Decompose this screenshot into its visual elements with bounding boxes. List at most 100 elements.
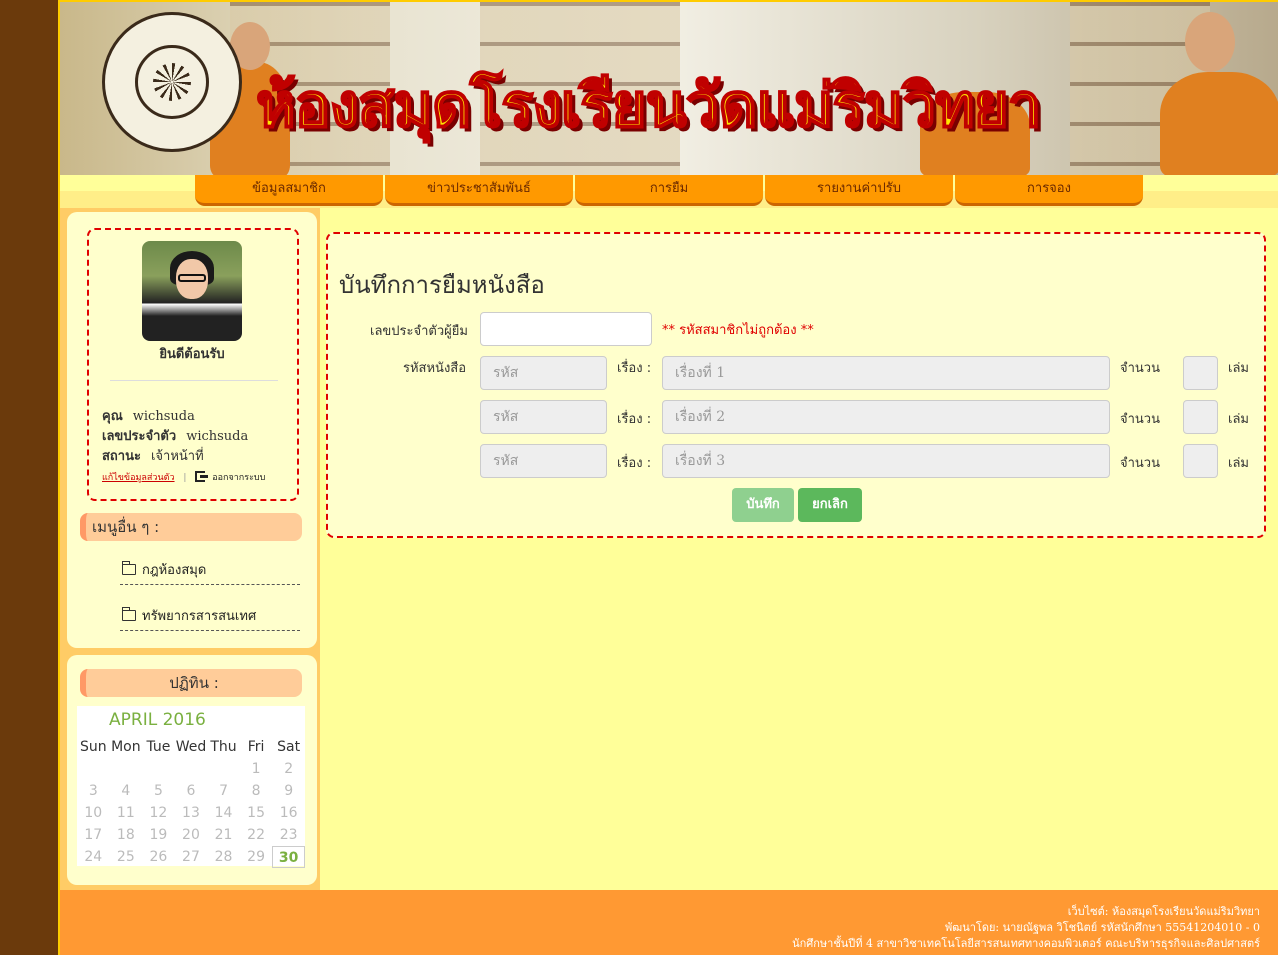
calendar-day[interactable]: 23	[272, 824, 305, 846]
calendar-day[interactable]: 3	[77, 780, 110, 802]
calendar-day[interactable]: 19	[142, 824, 175, 846]
calendar-day[interactable]: 16	[272, 802, 305, 824]
calendar-day[interactable]: 11	[110, 802, 143, 824]
book-title-input-1[interactable]: เรื่องที่ 1	[662, 356, 1110, 390]
nav-fine-report[interactable]: รายงานค่าปรับ	[765, 175, 953, 206]
calendar-day	[77, 758, 110, 780]
id-label: เลขประจำตัว	[102, 429, 177, 444]
avatar	[142, 241, 242, 341]
profile-links: แก้ไขข้อมูลส่วนตัว | ออกจากระบบ	[102, 470, 265, 484]
logout-icon[interactable]	[195, 471, 209, 482]
qty-input-3[interactable]	[1183, 444, 1218, 478]
nav-borrow[interactable]: การยืม	[575, 175, 763, 206]
calendar-title: ปฏิทิน :	[80, 669, 302, 697]
monk-head	[1185, 12, 1235, 72]
name-value: wichsuda	[132, 409, 195, 424]
separator: |	[183, 473, 187, 483]
calendar-day[interactable]: 14	[207, 802, 240, 824]
save-button[interactable]: บันทึก	[732, 488, 794, 522]
story-label: เรื่อง :	[617, 412, 652, 427]
menu-item-label: กฎห้องสมุด	[142, 563, 207, 578]
calendar-day[interactable]: 28	[207, 846, 240, 868]
calendar-day[interactable]: 21	[207, 824, 240, 846]
calendar-day-today[interactable]: 30	[272, 846, 305, 868]
unit-label: เล่ม	[1228, 412, 1249, 427]
form-title: บันทึกการยืมหนังสือ	[339, 271, 545, 299]
calendar-day[interactable]: 12	[142, 802, 175, 824]
header-banner: ห้องสมุดโรงเรียนวัดแม่ริมวิทยา	[60, 0, 1278, 175]
story-label: เรื่อง :	[617, 456, 652, 471]
calendar-day[interactable]: 5	[142, 780, 175, 802]
calendar-day[interactable]: 1	[240, 758, 273, 780]
calendar-weekday: Thu	[210, 739, 237, 755]
calendar-day[interactable]: 20	[175, 824, 208, 846]
calendar-week-row: 24 25 26 27 28 29 30	[77, 846, 305, 868]
school-seal-logo	[102, 12, 242, 152]
calendar-grid: Sun Mon Tue Wed Thu Fri Sat 1 2 3 4 5 6 7 8 9 10 11 12 13 14…	[77, 736, 305, 868]
qty-label: จำนวน	[1120, 361, 1160, 376]
nav-reserve[interactable]: การจอง	[955, 175, 1143, 206]
calendar-day[interactable]: 4	[110, 780, 143, 802]
book-title-input-2[interactable]: เรื่องที่ 2	[662, 400, 1110, 434]
calendar-day[interactable]: 8	[240, 780, 273, 802]
name-label: คุณ	[102, 409, 123, 424]
folder-icon	[122, 561, 136, 575]
unit-label: เล่ม	[1228, 456, 1249, 471]
menu-item-library-rules[interactable]: กฎห้องสมุด	[120, 559, 300, 585]
status-value: เจ้าหน้าที่	[150, 449, 204, 464]
edit-profile-link[interactable]: แก้ไขข้อมูลส่วนตัว	[102, 473, 175, 483]
id-value: wichsuda	[186, 429, 249, 444]
borrower-id-input[interactable]	[480, 312, 652, 346]
calendar-day[interactable]: 6	[175, 780, 208, 802]
calendar-weekday: Mon	[111, 739, 141, 755]
nav-member-info[interactable]: ข้อมูลสมาชิก	[195, 175, 383, 206]
calendar-day[interactable]: 9	[272, 780, 305, 802]
qty-input-2[interactable]	[1183, 400, 1218, 434]
profile-name-row: คุณ wichsuda	[102, 405, 195, 426]
other-menu-title: เมนูอื่น ๆ :	[80, 513, 302, 541]
calendar-day[interactable]: 15	[240, 802, 273, 824]
calendar-day[interactable]: 13	[175, 802, 208, 824]
calendar-day	[207, 758, 240, 780]
calendar-day[interactable]: 22	[240, 824, 273, 846]
calendar-day[interactable]: 24	[77, 846, 110, 868]
qty-label: จำนวน	[1120, 456, 1160, 471]
story-label: เรื่อง :	[617, 361, 652, 376]
calendar-day[interactable]: 10	[77, 802, 110, 824]
logout-link[interactable]: ออกจากระบบ	[212, 473, 265, 483]
calendar-widget: APRIL 2016 Sun Mon Tue Wed Thu Fri Sat 1 2 3 4 5 6 7 8…	[77, 706, 305, 868]
unit-label: เล่ม	[1228, 361, 1249, 376]
book-title-input-3[interactable]: เรื่องที่ 3	[662, 444, 1110, 478]
calendar-week-row: 3456789	[77, 780, 305, 802]
page: ห้องสมุดโรงเรียนวัดแม่ริมวิทยา ข้อมูลสมา…	[58, 0, 1278, 955]
calendar-day[interactable]: 2	[272, 758, 305, 780]
welcome-text: ยินดีต้อนรับ	[159, 347, 225, 362]
calendar-day[interactable]: 17	[77, 824, 110, 846]
calendar-day[interactable]: 7	[207, 780, 240, 802]
nav-news[interactable]: ข่าวประชาสัมพันธ์	[385, 175, 573, 206]
site-title: ห้องสมุดโรงเรียนวัดแม่ริมวิทยา	[255, 70, 1042, 142]
borrower-id-label: เลขประจำตัวผู้ยืม	[370, 324, 468, 339]
menu-item-resources[interactable]: ทรัพยากรสารสนเทศ	[120, 605, 300, 631]
calendar-day[interactable]: 25	[110, 846, 143, 868]
footer: เว็บไซต์: ห้องสมุดโรงเรียนวัดแม่ริมวิทยา…	[60, 890, 1278, 955]
cancel-button[interactable]: ยกเลิก	[798, 488, 862, 522]
folder-icon	[122, 607, 136, 621]
calendar-week-row: 10 11 12 13 14 15 16	[77, 802, 305, 824]
monk-figure	[1160, 72, 1278, 175]
calendar-weekday: Tue	[146, 739, 171, 755]
divider	[110, 380, 278, 381]
calendar-day[interactable]: 26	[142, 846, 175, 868]
book-code-input-2[interactable]: รหัส	[480, 400, 607, 434]
calendar-day	[142, 758, 175, 780]
menu-item-label: ทรัพยากรสารสนเทศ	[142, 609, 257, 624]
qty-input-1[interactable]	[1183, 356, 1218, 390]
book-code-input-1[interactable]: รหัส	[480, 356, 607, 390]
calendar-day[interactable]: 18	[110, 824, 143, 846]
calendar-day[interactable]: 27	[175, 846, 208, 868]
book-code-input-3[interactable]: รหัส	[480, 444, 607, 478]
calendar-day[interactable]: 29	[240, 846, 273, 868]
calendar-weekday: Fri	[247, 739, 265, 755]
status-label: สถานะ	[102, 449, 141, 464]
calendar-weekday: Sun	[79, 739, 107, 755]
